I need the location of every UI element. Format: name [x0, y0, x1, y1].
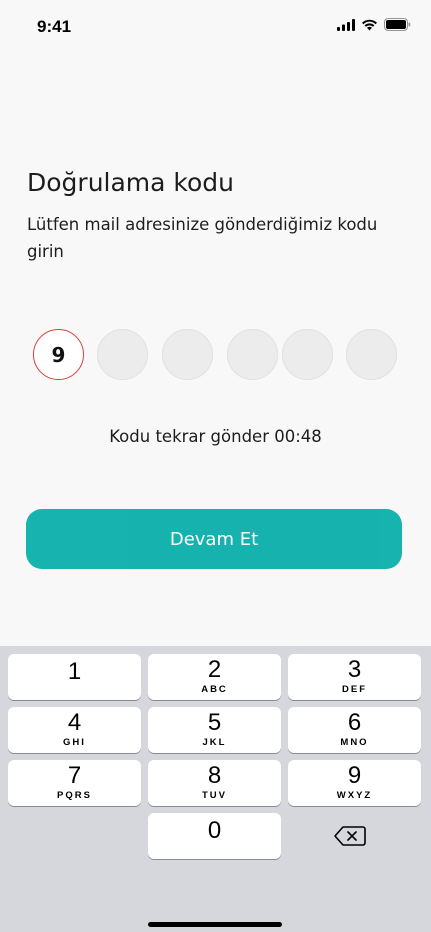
status-bar: 9:41	[0, 0, 431, 52]
otp-digit-5[interactable]	[282, 329, 333, 380]
key-4-number: 4	[67, 709, 82, 736]
key-7[interactable]: 7 PQRS	[8, 760, 141, 806]
key-4-letters: GHI	[63, 737, 86, 748]
key-1[interactable]: 1	[8, 654, 141, 700]
key-3[interactable]: 3 DEF	[288, 654, 421, 700]
key-8-letters: TUV	[202, 790, 227, 801]
continue-button[interactable]: Devam Et	[26, 509, 402, 569]
key-7-letters: PQRS	[57, 790, 92, 801]
status-time: 9:41	[37, 17, 72, 36]
otp-digit-2[interactable]	[97, 329, 148, 380]
key-4[interactable]: 4 GHI	[8, 707, 141, 753]
key-5[interactable]: 5 JKL	[148, 707, 281, 753]
key-6[interactable]: 6 MNO	[288, 707, 421, 753]
page-subtitle: Lütfen mail adresinize gönderdiğimiz kod…	[27, 215, 378, 261]
status-icons	[337, 18, 411, 31]
key-6-letters: MNO	[340, 737, 369, 748]
key-6-number: 6	[347, 709, 362, 736]
wifi-icon	[362, 19, 377, 30]
key-9-number: 9	[347, 762, 362, 789]
home-indicator	[148, 922, 282, 927]
key-5-letters: JKL	[202, 737, 227, 748]
key-2[interactable]: 2 ABC	[148, 654, 281, 700]
continue-button-label: Devam Et	[169, 528, 259, 550]
key-0-number: 0	[207, 817, 222, 844]
battery-icon	[384, 18, 411, 31]
key-9[interactable]: 9 WXYZ	[288, 760, 421, 806]
key-3-number: 3	[347, 656, 362, 683]
otp-digit-4[interactable]	[227, 329, 278, 380]
key-2-letters: ABC	[201, 684, 228, 695]
backspace-icon[interactable]	[333, 824, 367, 848]
otp-digit-1[interactable]: 9	[33, 329, 84, 380]
key-9-letters: WXYZ	[336, 790, 373, 801]
key-2-number: 2	[207, 656, 222, 683]
key-1-number: 1	[67, 658, 82, 685]
key-7-number: 7	[67, 762, 82, 789]
key-8-number: 8	[207, 762, 222, 789]
otp-digit-3[interactable]	[162, 329, 213, 380]
key-5-number: 5	[207, 709, 222, 736]
resend-code-link[interactable]: Kodu tekrar gönder 00:48	[0, 427, 431, 446]
key-0[interactable]: 0	[148, 813, 281, 859]
signal-icon	[337, 18, 355, 31]
key-8[interactable]: 8 TUV	[148, 760, 281, 806]
key-3-letters: DEF	[342, 684, 367, 695]
otp-input-group: 9	[33, 329, 399, 381]
otp-digit-6[interactable]	[346, 329, 397, 380]
numeric-keypad: 1 2 ABC 3 DEF 4 GHI 5 JKL 6 MNO 7 PQRS 8…	[0, 646, 431, 932]
page-title: Doğrulama kodu	[27, 168, 235, 197]
